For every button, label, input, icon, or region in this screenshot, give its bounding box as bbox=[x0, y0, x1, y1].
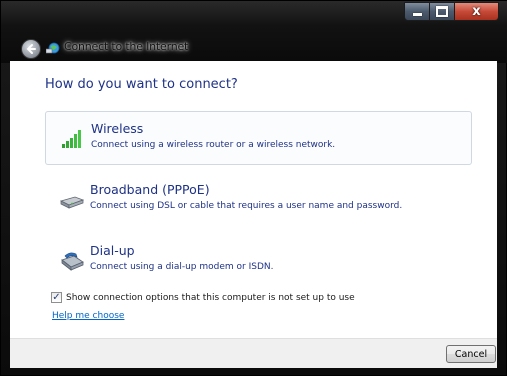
wireless-signal-icon bbox=[62, 130, 81, 148]
help-me-choose-link[interactable]: Help me choose bbox=[52, 311, 124, 321]
dialog-content: How do you want to connect? Wireless Con… bbox=[10, 61, 497, 338]
option-wireless-title: Wireless bbox=[91, 121, 144, 136]
show-options-checkbox[interactable]: ✓ bbox=[51, 292, 62, 303]
option-dialup-title: Dial-up bbox=[90, 243, 135, 258]
option-wireless-description: Connect using a wireless router or a wir… bbox=[91, 140, 336, 150]
close-icon: x bbox=[472, 4, 481, 19]
back-arrow-icon bbox=[26, 44, 36, 54]
checkmark-icon: ✓ bbox=[52, 291, 61, 303]
minimize-icon bbox=[412, 13, 422, 16]
option-dialup[interactable]: Dial-up Connect using a dial-up modem or… bbox=[45, 234, 472, 288]
network-globe-icon bbox=[46, 42, 60, 54]
option-wireless[interactable]: Wireless Connect using a wireless router… bbox=[45, 111, 472, 165]
dialog-window: x Connect to the Internet How do you wan… bbox=[0, 0, 507, 376]
maximize-icon bbox=[436, 6, 448, 17]
dialup-phone-icon bbox=[61, 252, 84, 271]
back-button[interactable] bbox=[21, 39, 41, 59]
option-broadband-description: Connect using DSL or cable that requires… bbox=[90, 201, 403, 211]
close-button[interactable]: x bbox=[455, 2, 499, 21]
dialog-footer: Cancel bbox=[10, 338, 497, 368]
show-options-label[interactable]: Show connection options that this comput… bbox=[66, 293, 355, 303]
caption-buttons: x bbox=[404, 2, 499, 21]
option-broadband-title: Broadband (PPPoE) bbox=[90, 182, 210, 197]
show-options-row: ✓ Show connection options that this comp… bbox=[51, 292, 355, 303]
page-heading: How do you want to connect? bbox=[45, 77, 238, 92]
cancel-button[interactable]: Cancel bbox=[446, 345, 496, 363]
window-title-text: Connect to the Internet bbox=[64, 40, 189, 53]
minimize-button[interactable] bbox=[404, 2, 430, 21]
maximize-button[interactable] bbox=[430, 2, 455, 21]
window-title: Connect to the Internet bbox=[64, 40, 188, 53]
broadband-modem-icon bbox=[59, 196, 85, 209]
title-bar[interactable]: x Connect to the Internet bbox=[1, 1, 507, 63]
option-dialup-description: Connect using a dial-up modem or ISDN. bbox=[90, 262, 274, 272]
option-broadband[interactable]: Broadband (PPPoE) Connect using DSL or c… bbox=[45, 173, 472, 227]
